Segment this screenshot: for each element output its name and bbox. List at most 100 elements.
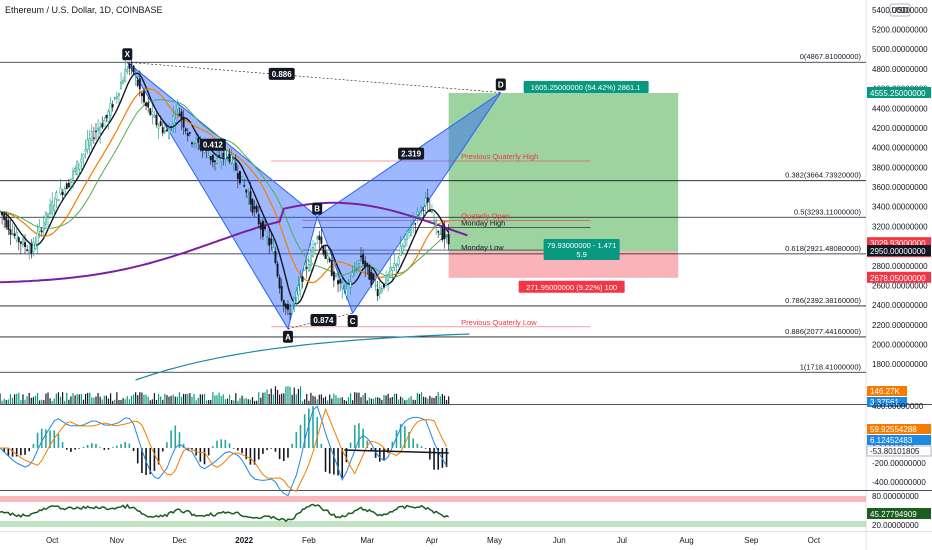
macd-histogram-bar [358, 423, 360, 448]
candle-body [431, 211, 433, 213]
volume-bar [97, 392, 99, 404]
volume-bar [34, 395, 37, 404]
volume-bar [99, 396, 101, 404]
volume-bar [308, 400, 310, 404]
volume-bar [339, 397, 341, 404]
macd-histogram-bar [153, 448, 156, 471]
volume-bar [0, 393, 1, 404]
candle-body [153, 115, 156, 118]
volume-bar [26, 396, 28, 404]
y-tick-label: 5200.00000000 [872, 26, 928, 35]
candle-body [24, 242, 26, 247]
volume-bar [347, 397, 350, 404]
candle-body [380, 288, 383, 292]
candle-body [222, 152, 225, 158]
macd-histogram-bar [245, 448, 248, 460]
volume-bar [320, 394, 322, 404]
candle-body [161, 127, 164, 134]
candle-body [420, 206, 423, 209]
macd-histogram-bar [99, 447, 101, 448]
stop-label: 271.95000000 (9.22%) 100 [526, 283, 617, 292]
volume-bar [84, 393, 87, 404]
candle-body [107, 111, 110, 123]
volume-bar [316, 399, 318, 404]
candle-body [220, 158, 223, 162]
volume-bar [231, 400, 233, 404]
x-tick-label: Jun [553, 536, 566, 545]
macd-histogram-bar [203, 448, 206, 465]
volume-bar [427, 398, 429, 404]
macd-histogram-bar [40, 428, 43, 448]
macd-histogram-bar [111, 447, 114, 448]
volume-bar [437, 392, 439, 404]
fib-level-label: 0.786(2392.38160000) [785, 296, 861, 305]
candle-body [186, 132, 189, 137]
volume-bar [55, 393, 57, 404]
annotation-label: Monday Low [461, 243, 504, 252]
volume-bar [1, 400, 3, 404]
macd-histogram-bar [237, 448, 239, 451]
candle-body [88, 138, 91, 146]
annotation-label: Monday High [461, 218, 505, 227]
candle-body [428, 209, 431, 212]
candle-body [445, 235, 448, 238]
candle-body [3, 213, 6, 220]
volume-bar [122, 398, 124, 404]
candle-body [74, 167, 77, 172]
volume-bar [262, 392, 264, 404]
volume-bar [30, 397, 32, 404]
candle-body [274, 251, 277, 264]
macd-badge: -53.80101805 [870, 447, 920, 456]
volume-bar [327, 400, 329, 404]
volume-bar [72, 393, 74, 404]
macd-histogram-bar [278, 448, 281, 460]
candle-body [280, 285, 283, 301]
volume-bar [410, 395, 412, 404]
volume-bar [176, 396, 178, 404]
candle-body [7, 219, 10, 231]
candle-body [424, 197, 427, 206]
volume-bar [66, 392, 68, 404]
volume-bar [362, 395, 364, 404]
tradingview-chart[interactable]: Ethereum / U.S. Dollar, 1D, COINBASE USD1… [0, 0, 932, 550]
macd-histogram-bar [74, 448, 76, 450]
x-tick-label: Dec [172, 536, 186, 545]
volume-bar [291, 394, 293, 404]
volume-bar [137, 395, 139, 404]
candle-body [303, 264, 306, 271]
volume-bar [276, 389, 279, 404]
volume-bar [178, 392, 181, 404]
volume-bar [237, 400, 239, 404]
volume-bar [402, 397, 404, 404]
candle-body [117, 93, 120, 96]
volume-bar [360, 397, 362, 404]
volume-bar [36, 392, 39, 404]
candle-body [57, 199, 60, 202]
macd-histogram-bar [82, 446, 85, 448]
candle-body [230, 154, 233, 163]
volume-bar [11, 397, 14, 404]
macd-histogram-bar [61, 442, 64, 448]
macd-histogram-bar [433, 448, 435, 470]
macd-histogram-bar [416, 443, 419, 448]
candle-body [213, 160, 216, 163]
volume-bar [53, 398, 55, 404]
chart-root[interactable]: Ethereum / U.S. Dollar, 1D, COINBASE USD 1… [0, 0, 932, 550]
candle-body [355, 269, 358, 271]
candle-body [209, 156, 212, 161]
volume-bar [130, 395, 133, 404]
volume-bar [124, 399, 126, 404]
volume-bar [45, 393, 47, 404]
volume-bar [304, 399, 306, 404]
volume-bar [306, 393, 308, 404]
target-label: 1605.25000000 (54.42%) 2861.1 [531, 83, 641, 92]
pattern-ratio-label: 0.886 [272, 70, 293, 79]
volume-bar [439, 396, 441, 404]
volume-bar [220, 396, 222, 404]
candle-body [67, 182, 70, 188]
volume-bar [245, 398, 247, 404]
volume-bar [364, 393, 366, 404]
candle-body [92, 137, 95, 139]
x-tick-label: Oct [808, 536, 821, 545]
y-tick-label: 4800.00000000 [872, 65, 928, 74]
